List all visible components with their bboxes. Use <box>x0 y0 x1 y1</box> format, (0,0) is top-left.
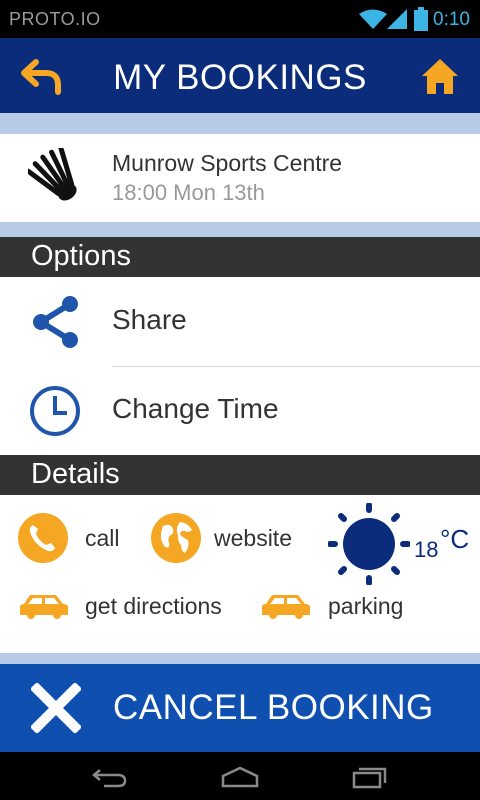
parking-action[interactable]: parking <box>260 591 420 625</box>
option-share-label: Share <box>112 304 187 335</box>
parking-label: parking <box>328 593 404 619</box>
call-label: call <box>85 525 120 551</box>
nav-recents-icon[interactable] <box>352 765 388 789</box>
website-label: website <box>214 525 292 551</box>
booking-venue: Munrow Sports Centre <box>112 150 343 176</box>
call-action[interactable]: call <box>18 513 128 563</box>
cancel-booking-label: CANCEL BOOKING <box>113 688 434 727</box>
option-share[interactable]: Share <box>0 277 480 366</box>
signal-icon <box>387 9 407 29</box>
weather-widget: 18 °C <box>328 503 473 585</box>
car-icon <box>20 595 68 619</box>
phone-icon <box>18 513 68 563</box>
option-change-time-label: Change Time <box>112 393 279 424</box>
sun-icon <box>328 503 410 585</box>
temperature-unit: °C <box>440 524 470 554</box>
booking-card[interactable]: Munrow Sports Centre 18:00 Mon 13th <box>0 134 480 222</box>
directions-label: get directions <box>85 593 222 619</box>
divider-band <box>0 222 480 237</box>
divider-band <box>0 653 480 664</box>
directions-action[interactable]: get directions <box>18 591 238 625</box>
cancel-booking-button[interactable]: CANCEL BOOKING <box>0 664 480 752</box>
clock-icon <box>30 386 80 436</box>
options-list: Share Change Time <box>0 277 480 455</box>
close-icon <box>31 683 81 733</box>
option-change-time[interactable]: Change Time <box>0 367 480 455</box>
globe-icon <box>151 513 201 563</box>
details-heading: Details <box>0 455 480 495</box>
options-heading-label: Options <box>31 240 131 272</box>
nav-home-icon[interactable] <box>221 766 259 788</box>
divider-band <box>0 113 480 134</box>
temperature-value: 18 <box>414 537 439 562</box>
status-bar: PROTO.IO 0:10 <box>0 0 480 38</box>
shuttlecock-icon <box>28 148 77 201</box>
details-panel: call website 18 °C get directions parkin… <box>0 495 480 653</box>
system-nav-bar <box>0 752 480 800</box>
status-brand: PROTO.IO <box>9 9 101 29</box>
booking-time: 18:00 Mon 13th <box>112 180 265 205</box>
page-title: MY BOOKINGS <box>113 58 367 97</box>
car-icon <box>262 595 310 619</box>
nav-back-icon[interactable] <box>92 766 128 788</box>
status-time: 0:10 <box>433 9 470 30</box>
options-heading: Options <box>0 237 480 277</box>
details-heading-label: Details <box>31 458 120 490</box>
wifi-icon <box>359 9 387 29</box>
battery-icon <box>414 7 428 31</box>
app-header: MY BOOKINGS <box>0 38 480 113</box>
website-action[interactable]: website <box>151 513 301 563</box>
share-icon <box>33 296 78 348</box>
home-icon[interactable] <box>420 56 460 96</box>
